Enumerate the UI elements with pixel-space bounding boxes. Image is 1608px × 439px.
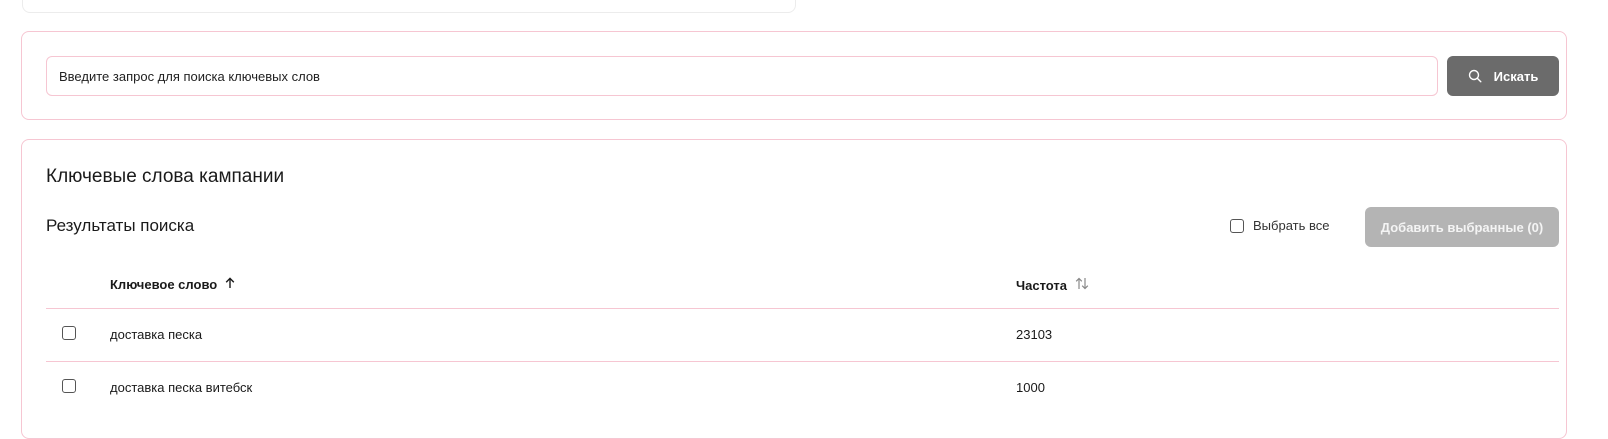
table-row: доставка песка витебск 1000: [46, 362, 1559, 414]
add-selected-button[interactable]: Добавить выбранные (0): [1365, 207, 1559, 247]
select-all-toggle[interactable]: Выбрать все: [1230, 218, 1329, 233]
select-all-checkbox[interactable]: [1230, 218, 1244, 233]
row-checkbox[interactable]: [62, 379, 76, 393]
results-panel: Ключевые слова кампании Результаты поиск…: [21, 139, 1567, 439]
column-header-keyword-label: Ключевое слово: [110, 277, 218, 292]
previous-card: [22, 0, 796, 13]
table-header: Ключевое слово Частота: [46, 262, 1559, 309]
frequency-cell: 23103: [1016, 327, 1053, 342]
search-input[interactable]: [46, 56, 1438, 96]
arrow-up-icon: [225, 277, 235, 292]
search-icon: [1468, 69, 1482, 83]
select-all-label: Выбрать все: [1253, 218, 1330, 233]
search-panel: Искать: [21, 31, 1567, 120]
column-header-frequency[interactable]: Частота: [1016, 277, 1089, 293]
sort-icon: [1075, 277, 1089, 293]
frequency-cell: 1000: [1016, 380, 1045, 395]
keyword-cell: доставка песка: [110, 327, 203, 342]
row-checkbox[interactable]: [62, 326, 76, 340]
column-header-frequency-label: Частота: [1016, 277, 1068, 293]
keyword-cell: доставка песка витебск: [110, 380, 253, 395]
column-header-keyword[interactable]: Ключевое слово: [110, 277, 235, 292]
keywords-table: Ключевое слово Частота доставка песка 23…: [46, 262, 1559, 414]
campaign-keywords-title: Ключевые слова кампании: [46, 166, 285, 187]
search-button-label: Искать: [1493, 68, 1539, 84]
table-row: доставка песка 23103: [46, 309, 1559, 362]
search-button[interactable]: Искать: [1447, 56, 1559, 96]
search-results-title: Результаты поиска: [46, 216, 195, 235]
